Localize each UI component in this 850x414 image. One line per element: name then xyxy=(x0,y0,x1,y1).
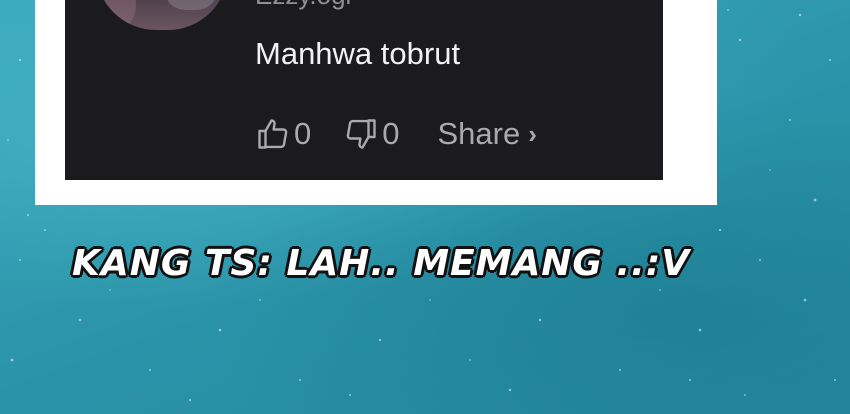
dislike-button[interactable]: 0 xyxy=(343,116,400,152)
chevron-right-icon: › xyxy=(528,118,537,149)
caption-text: KANG TS: LAH.. MEMANG ..:V xyxy=(71,242,691,285)
comment-actions: 0 0 Share › xyxy=(255,114,537,154)
like-count: 0 xyxy=(294,116,312,151)
dislike-count: 0 xyxy=(382,116,400,151)
thumbs-down-icon xyxy=(343,116,379,152)
comment-text: Manhwa tobrut xyxy=(255,36,461,71)
thumbs-up-icon xyxy=(255,116,291,152)
like-button[interactable]: 0 xyxy=(255,116,311,152)
avatar[interactable] xyxy=(96,0,228,30)
share-label: Share xyxy=(437,116,521,151)
comment-card: Ezzy.ogi Manhwa tobrut 0 0 Share › xyxy=(65,0,663,180)
comment-author[interactable]: Ezzy.ogi xyxy=(255,0,351,11)
share-button[interactable]: Share › xyxy=(438,116,537,152)
